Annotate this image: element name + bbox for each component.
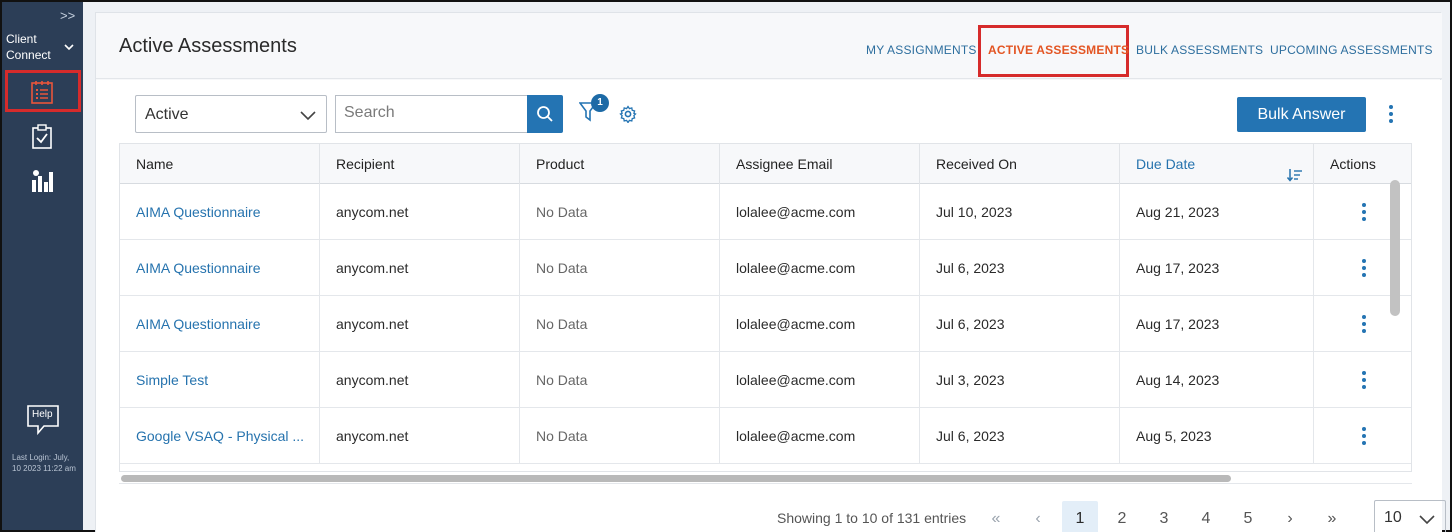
- table-row: Simple Test anycom.net No Data lolalee@a…: [120, 352, 1411, 408]
- product-cell: No Data: [520, 240, 720, 296]
- last-page-button[interactable]: »: [1314, 501, 1350, 532]
- more-options-icon[interactable]: [1388, 104, 1394, 129]
- search-button[interactable]: [527, 95, 563, 133]
- column-header-recipient[interactable]: Recipient: [320, 144, 520, 184]
- page-button[interactable]: 3: [1146, 501, 1182, 532]
- page-button[interactable]: 4: [1188, 501, 1224, 532]
- table-row: Google VSAQ - Physical ... anycom.net No…: [120, 408, 1411, 464]
- assignee-email-cell: lolalee@acme.com: [720, 240, 920, 296]
- column-header-actions: Actions: [1330, 156, 1376, 172]
- bulk-answer-button[interactable]: Bulk Answer: [1237, 97, 1366, 132]
- due-date-cell: Aug 5, 2023: [1120, 408, 1314, 464]
- page-size-select[interactable]: 10: [1374, 500, 1446, 532]
- previous-page-button[interactable]: ‹: [1020, 501, 1056, 532]
- table-row: AIMA Questionnaire anycom.net No Data lo…: [120, 296, 1411, 352]
- recipient-cell: anycom.net: [320, 184, 520, 240]
- last-login-text: Last Login: July, 10 2023 11:22 am: [12, 453, 76, 473]
- clipboard-check-icon[interactable]: [26, 122, 58, 152]
- filter-count-badge: 1: [591, 94, 609, 112]
- due-date-label: Due Date: [1136, 156, 1196, 172]
- recipient-cell: anycom.net: [320, 240, 520, 296]
- help-button[interactable]: Help: [26, 404, 60, 441]
- chevron-down-icon[interactable]: [64, 38, 74, 56]
- assessments-panel: Active Assessments MY ASSIGNMENTS ACTIVE…: [95, 12, 1446, 532]
- assessment-name-link[interactable]: AIMA Questionnaire: [120, 184, 320, 240]
- entries-summary: Showing 1 to 10 of 131 entries: [777, 510, 967, 526]
- horizontal-scrollbar[interactable]: [121, 475, 1231, 482]
- received-on-cell: Jul 10, 2023: [920, 184, 1120, 240]
- column-header-name[interactable]: Name: [120, 144, 320, 184]
- recipient-cell: anycom.net: [320, 352, 520, 408]
- received-on-cell: Jul 6, 2023: [920, 296, 1120, 352]
- due-date-cell: Aug 17, 2023: [1120, 296, 1314, 352]
- search-icon: [537, 106, 553, 122]
- assessment-list-icon[interactable]: [26, 77, 58, 107]
- tab-my-assignments[interactable]: MY ASSIGNMENTS: [866, 43, 977, 57]
- gear-icon[interactable]: [619, 105, 637, 128]
- table-header: Name Recipient Product Assignee Email Re…: [120, 144, 1411, 184]
- column-header-assignee-email[interactable]: Assignee Email: [720, 144, 920, 184]
- table-row: AIMA Questionnaire anycom.net No Data lo…: [120, 240, 1411, 296]
- row-actions-icon[interactable]: [1314, 352, 1411, 408]
- assessment-name-link[interactable]: AIMA Questionnaire: [120, 296, 320, 352]
- pagination-bar: Showing 1 to 10 of 131 entries « ‹ 1 2 3…: [119, 483, 1446, 532]
- sidebar: >> Client Connect Help Last Login: July,…: [2, 2, 83, 530]
- status-select[interactable]: Active: [135, 95, 327, 133]
- next-page-button[interactable]: ›: [1272, 501, 1308, 532]
- column-header-due-date[interactable]: Due Date: [1120, 144, 1314, 184]
- assessment-name-link[interactable]: AIMA Questionnaire: [120, 240, 320, 296]
- received-on-cell: Jul 6, 2023: [920, 408, 1120, 464]
- due-date-cell: Aug 17, 2023: [1120, 240, 1314, 296]
- received-on-cell: Jul 6, 2023: [920, 240, 1120, 296]
- column-header-product[interactable]: Product: [520, 144, 720, 184]
- table-row: AIMA Questionnaire anycom.net No Data lo…: [120, 184, 1411, 240]
- search-input[interactable]: [344, 96, 524, 130]
- page-button[interactable]: 2: [1104, 501, 1140, 532]
- sidebar-expand-button[interactable]: >>: [60, 8, 75, 23]
- recipient-cell: anycom.net: [320, 296, 520, 352]
- search-field[interactable]: [335, 95, 528, 133]
- client-selector-label[interactable]: Client Connect: [6, 31, 51, 63]
- status-select-value: Active: [145, 106, 189, 123]
- assignee-email-cell: lolalee@acme.com: [720, 352, 920, 408]
- tab-bulk-assessments[interactable]: BULK ASSESSMENTS: [1136, 43, 1263, 57]
- product-cell: No Data: [520, 296, 720, 352]
- column-header-received-on[interactable]: Received On: [920, 144, 1120, 184]
- main-area: Active Assessments MY ASSIGNMENTS ACTIVE…: [83, 2, 1450, 532]
- chevron-down-icon: [1419, 512, 1435, 530]
- assignee-email-cell: lolalee@acme.com: [720, 184, 920, 240]
- page-button[interactable]: 1: [1062, 501, 1098, 532]
- tab-upcoming-assessments[interactable]: UPCOMING ASSESSMENTS: [1270, 43, 1433, 57]
- page-button[interactable]: 5: [1230, 501, 1266, 532]
- help-label: Help: [32, 409, 53, 420]
- vertical-scrollbar[interactable]: [1390, 180, 1400, 316]
- panel-header: Active Assessments MY ASSIGNMENTS ACTIVE…: [96, 13, 1442, 79]
- reports-chart-icon[interactable]: [26, 166, 58, 196]
- chevron-down-icon: [300, 108, 316, 126]
- content-area: Active 1: [96, 80, 1446, 532]
- due-date-cell: Aug 14, 2023: [1120, 352, 1314, 408]
- assessment-name-link[interactable]: Simple Test: [120, 352, 320, 408]
- assessment-name-link[interactable]: Google VSAQ - Physical ...: [120, 408, 320, 464]
- product-cell: No Data: [520, 352, 720, 408]
- product-cell: No Data: [520, 408, 720, 464]
- page-title: Active Assessments: [119, 35, 297, 57]
- tab-active-assessments[interactable]: ACTIVE ASSESSMENTS: [988, 43, 1129, 57]
- row-actions-icon[interactable]: [1314, 408, 1411, 464]
- product-cell: No Data: [520, 184, 720, 240]
- page-size-value: 10: [1384, 509, 1402, 526]
- assignee-email-cell: lolalee@acme.com: [720, 408, 920, 464]
- first-page-button[interactable]: «: [978, 501, 1014, 532]
- received-on-cell: Jul 3, 2023: [920, 352, 1120, 408]
- assignee-email-cell: lolalee@acme.com: [720, 296, 920, 352]
- due-date-cell: Aug 21, 2023: [1120, 184, 1314, 240]
- recipient-cell: anycom.net: [320, 408, 520, 464]
- assessments-table: Name Recipient Product Assignee Email Re…: [119, 143, 1412, 472]
